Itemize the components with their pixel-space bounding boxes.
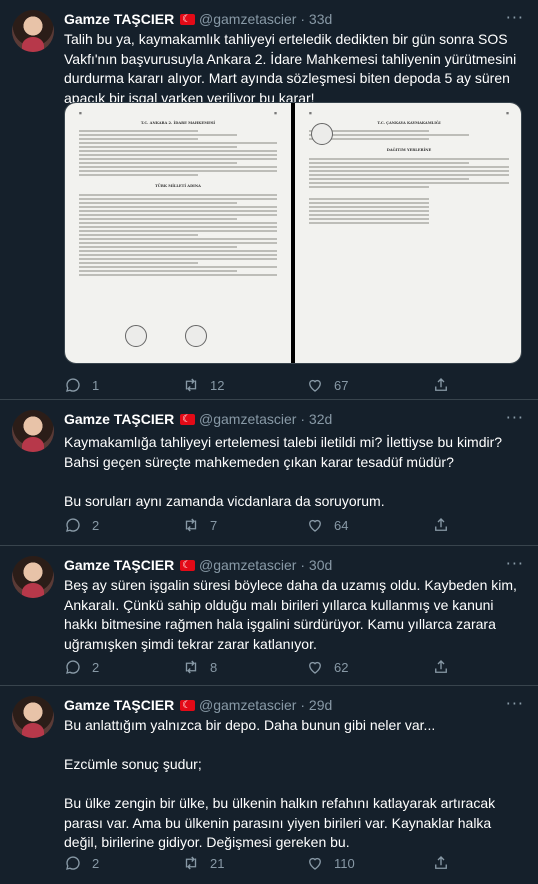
document-title: TÜRK MİLLETİ ADINA — [155, 183, 201, 188]
tweet-time[interactable]: · 30d — [300, 557, 332, 573]
tweet[interactable]: Gamze TAŞCIER @gamzetascier · 30d ··· Be… — [0, 546, 538, 686]
tweet-time[interactable]: · 32d — [300, 411, 332, 427]
author-name[interactable]: Gamze TAŞCIER — [64, 411, 174, 427]
retweet-button[interactable]: 21 — [182, 854, 224, 872]
tweet-header: Gamze TAŞCIER @gamzetascier · 33d — [64, 10, 502, 29]
author-handle[interactable]: @gamzetascier — [199, 411, 296, 427]
document-title: DAĞITIM YERLERİNE — [386, 147, 432, 152]
reply-count: 1 — [92, 377, 100, 393]
avatar[interactable] — [12, 556, 54, 598]
tweet-text: Bu anlattığım yalnızca bir depo. Daha bu… — [64, 717, 496, 850]
document-office-label: T.C. ÇANKAYA KAYMAKAMLIĞI — [377, 121, 441, 126]
retweet-icon — [185, 378, 197, 392]
tweet-actions: 2 21 110 — [64, 854, 524, 874]
retweet-count: 8 — [210, 659, 218, 675]
avatar[interactable] — [12, 10, 54, 52]
tweet-media[interactable]: ■ ■ T.C. ANKARA 2. İDARE MAHKEMESİ TÜRK M… — [64, 102, 522, 364]
like-count: 67 — [334, 377, 349, 393]
court-document-image: ■ ■ T.C. ANKARA 2. İDARE MAHKEMESİ TÜRK M… — [65, 103, 291, 363]
tweet-text: Talih bu ya, kaymakamlık tahliyeyi ertel… — [64, 31, 517, 106]
tweet[interactable]: Gamze TAŞCIER @gamzetascier · 29d ··· Bu… — [0, 686, 538, 884]
reply-icon — [66, 518, 80, 532]
like-icon — [309, 379, 321, 392]
document-court-label: T.C. ANKARA 2. İDARE MAHKEMESİ — [140, 121, 216, 126]
tweet[interactable]: Gamze TAŞCIER @gamzetascier · 33d ··· Ta… — [0, 0, 538, 400]
turkish-flag-icon — [180, 697, 196, 715]
like-count: 64 — [334, 517, 349, 533]
author-handle[interactable]: @gamzetascier — [199, 697, 296, 713]
share-icon — [435, 518, 447, 531]
turkish-flag-icon — [180, 411, 196, 429]
reply-icon — [66, 856, 80, 870]
author-handle[interactable]: @gamzetascier — [199, 557, 296, 573]
retweet-icon — [185, 518, 197, 532]
share-icon — [435, 378, 447, 391]
turkish-flag-icon — [180, 11, 196, 29]
retweet-count: 21 — [210, 855, 225, 871]
reply-button[interactable]: 2 — [64, 658, 99, 676]
like-icon — [309, 519, 321, 532]
share-button[interactable] — [432, 854, 450, 872]
more-icon[interactable]: ··· — [506, 694, 524, 713]
reply-icon — [66, 660, 80, 674]
retweet-button[interactable]: 7 — [182, 516, 217, 534]
avatar[interactable] — [12, 410, 54, 452]
like-button[interactable]: 64 — [306, 516, 348, 534]
share-button[interactable] — [432, 516, 450, 534]
tweet-header: Gamze TAŞCIER @gamzetascier · 29d — [64, 696, 502, 715]
like-count: 110 — [334, 855, 355, 871]
reply-icon — [66, 378, 80, 392]
author-handle[interactable]: @gamzetascier — [199, 11, 296, 27]
author-name[interactable]: Gamze TAŞCIER — [64, 697, 174, 713]
reply-count: 2 — [92, 659, 100, 675]
tweet-time[interactable]: · 33d — [300, 11, 332, 27]
retweet-icon — [185, 660, 197, 674]
retweet-button[interactable]: 8 — [182, 658, 217, 676]
share-icon — [435, 856, 447, 869]
avatar[interactable] — [12, 696, 54, 738]
reply-button[interactable]: 2 — [64, 854, 99, 872]
reply-count: 2 — [92, 855, 100, 871]
tweet-header: Gamze TAŞCIER @gamzetascier · 32d — [64, 410, 502, 429]
like-button[interactable]: 67 — [306, 376, 348, 394]
share-button[interactable] — [432, 376, 450, 394]
more-icon[interactable]: ··· — [506, 554, 524, 573]
like-icon — [309, 661, 321, 674]
tweet-time[interactable]: · 29d — [300, 697, 332, 713]
like-count: 62 — [334, 659, 349, 675]
tweet[interactable]: Gamze TAŞCIER @gamzetascier · 32d ··· Ka… — [0, 400, 538, 546]
tweet-text: Kaymakamlığa tahliyeyi ertelemesi talebi… — [64, 434, 503, 509]
tweet-header: Gamze TAŞCIER @gamzetascier · 30d — [64, 556, 502, 575]
more-icon[interactable]: ··· — [506, 408, 524, 427]
more-icon[interactable]: ··· — [506, 8, 524, 27]
retweet-icon — [185, 856, 197, 870]
like-button[interactable]: 62 — [306, 658, 348, 676]
tweet-actions: 2 8 62 — [64, 658, 524, 678]
author-name[interactable]: Gamze TAŞCIER — [64, 557, 174, 573]
retweet-button[interactable]: 12 — [182, 376, 224, 394]
share-icon — [435, 660, 447, 673]
tweet-text: Beş ay süren işgalin süresi böylece daha… — [64, 577, 517, 652]
retweet-count: 7 — [210, 517, 218, 533]
reply-count: 2 — [92, 517, 100, 533]
share-button[interactable] — [432, 658, 450, 676]
reply-button[interactable]: 2 — [64, 516, 99, 534]
like-button[interactable]: 110 — [306, 854, 355, 872]
author-name[interactable]: Gamze TAŞCIER — [64, 11, 174, 27]
reply-button[interactable]: 1 — [64, 376, 99, 394]
retweet-count: 12 — [210, 377, 225, 393]
tweet-actions: 1 12 67 — [64, 376, 524, 396]
like-icon — [309, 857, 321, 870]
turkish-flag-icon — [180, 557, 196, 575]
tweet-actions: 2 7 64 — [64, 516, 524, 536]
district-document-image: ■ ■ T.C. ÇANKAYA KAYMAKAMLIĞI DAĞITIM YER… — [295, 103, 521, 363]
